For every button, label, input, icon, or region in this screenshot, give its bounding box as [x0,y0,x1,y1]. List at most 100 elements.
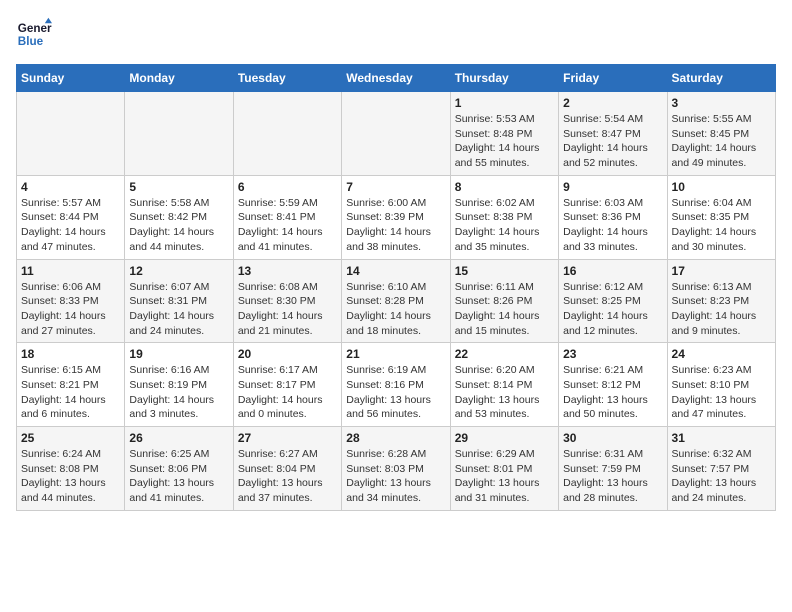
weekday-header: Thursday [450,65,558,92]
calendar-cell: 11Sunrise: 6:06 AM Sunset: 8:33 PM Dayli… [17,259,125,343]
day-number: 19 [129,347,228,361]
calendar-cell: 15 Sunrise: 6:11 AM Sunset: 8:26 PM Dayli… [450,259,558,343]
day-info: Sunrise: 6:11 AM Sunset: 8:26 PM Dayligh… [455,280,554,339]
calendar-cell: 22 Sunrise: 6:20 AM Sunset: 8:14 PM Dayli… [450,343,558,427]
weekday-header: Sunday [17,65,125,92]
calendar-cell: 2 Sunrise: 5:54 AM Sunset: 8:47 PM Daylig… [559,92,667,176]
calendar-cell [233,92,341,176]
calendar-cell: 5 Sunrise: 5:58 AM Sunset: 8:42 PM Daylig… [125,175,233,259]
calendar-cell: 16Sunrise: 6:12 AM Sunset: 8:25 PM Dayli… [559,259,667,343]
day-info: Sunrise: 6:13 AM Sunset: 8:23 PM Dayligh… [672,280,771,339]
day-info: Sunrise: 6:24 AM Sunset: 8:08 PM Dayligh… [21,447,120,506]
day-number: 13 [238,264,337,278]
logo-icon: General Blue [16,16,52,52]
day-info: Sunrise: 6:25 AM Sunset: 8:06 PM Dayligh… [129,447,228,506]
day-number: 3 [672,96,771,110]
day-info: Sunrise: 6:27 AM Sunset: 8:04 PM Dayligh… [238,447,337,506]
day-number: 6 [238,180,337,194]
day-info: Sunrise: 6:21 AM Sunset: 8:12 PM Dayligh… [563,363,662,422]
day-info: Sunrise: 5:58 AM Sunset: 8:42 PM Dayligh… [129,196,228,255]
calendar-cell: 19 Sunrise: 6:16 AM Sunset: 8:19 PM Dayli… [125,343,233,427]
calendar-cell: 31 Sunrise: 6:32 AM Sunset: 7:57 PM Dayli… [667,427,775,511]
calendar-cell: 3 Sunrise: 5:55 AM Sunset: 8:45 PM Daylig… [667,92,775,176]
day-number: 25 [21,431,120,445]
weekday-header: Tuesday [233,65,341,92]
calendar-cell: 17 Sunrise: 6:13 AM Sunset: 8:23 PM Dayli… [667,259,775,343]
svg-text:Blue: Blue [18,35,44,48]
weekday-header: Friday [559,65,667,92]
day-number: 15 [455,264,554,278]
calendar-cell: 27 Sunrise: 6:27 AM Sunset: 8:04 PM Dayli… [233,427,341,511]
day-info: Sunrise: 6:28 AM Sunset: 8:03 PM Dayligh… [346,447,445,506]
day-info: Sunrise: 5:53 AM Sunset: 8:48 PM Dayligh… [455,112,554,171]
calendar-cell: 9 Sunrise: 6:03 AM Sunset: 8:36 PM Daylig… [559,175,667,259]
logo: General Blue [16,16,56,52]
svg-text:General: General [18,22,52,35]
day-info: Sunrise: 6:32 AM Sunset: 7:57 PM Dayligh… [672,447,771,506]
day-number: 9 [563,180,662,194]
day-info: Sunrise: 6:07 AM Sunset: 8:31 PM Dayligh… [129,280,228,339]
day-number: 8 [455,180,554,194]
page-header: General Blue [16,16,776,52]
calendar-cell: 1 Sunrise: 5:53 AM Sunset: 8:48 PM Daylig… [450,92,558,176]
day-number: 12 [129,264,228,278]
day-info: Sunrise: 6:02 AM Sunset: 8:38 PM Dayligh… [455,196,554,255]
calendar-cell: 4 Sunrise: 5:57 AM Sunset: 8:44 PM Daylig… [17,175,125,259]
weekday-header: Monday [125,65,233,92]
calendar-cell [125,92,233,176]
day-info: Sunrise: 6:04 AM Sunset: 8:35 PM Dayligh… [672,196,771,255]
day-number: 5 [129,180,228,194]
day-number: 30 [563,431,662,445]
day-info: Sunrise: 5:54 AM Sunset: 8:47 PM Dayligh… [563,112,662,171]
day-number: 20 [238,347,337,361]
calendar-cell: 13 Sunrise: 6:08 AM Sunset: 8:30 PM Dayli… [233,259,341,343]
day-info: Sunrise: 6:03 AM Sunset: 8:36 PM Dayligh… [563,196,662,255]
calendar-cell: 29 Sunrise: 6:29 AM Sunset: 8:01 PM Dayli… [450,427,558,511]
calendar-cell: 23 Sunrise: 6:21 AM Sunset: 8:12 PM Dayli… [559,343,667,427]
calendar-cell: 10 Sunrise: 6:04 AM Sunset: 8:35 PM Dayli… [667,175,775,259]
day-number: 28 [346,431,445,445]
calendar-cell: 25 Sunrise: 6:24 AM Sunset: 8:08 PM Dayli… [17,427,125,511]
day-info: Sunrise: 6:20 AM Sunset: 8:14 PM Dayligh… [455,363,554,422]
day-number: 23 [563,347,662,361]
day-number: 18 [21,347,120,361]
calendar-cell [17,92,125,176]
day-number: 14 [346,264,445,278]
calendar-cell: 7 Sunrise: 6:00 AM Sunset: 8:39 PM Daylig… [342,175,450,259]
day-info: Sunrise: 6:12 AM Sunset: 8:25 PM Dayligh… [563,280,662,339]
day-info: Sunrise: 6:15 AM Sunset: 8:21 PM Dayligh… [21,363,120,422]
day-number: 29 [455,431,554,445]
day-info: Sunrise: 6:08 AM Sunset: 8:30 PM Dayligh… [238,280,337,339]
day-number: 21 [346,347,445,361]
day-info: Sunrise: 6:23 AM Sunset: 8:10 PM Dayligh… [672,363,771,422]
day-number: 26 [129,431,228,445]
day-info: Sunrise: 6:19 AM Sunset: 8:16 PM Dayligh… [346,363,445,422]
weekday-header: Wednesday [342,65,450,92]
day-info: Sunrise: 6:00 AM Sunset: 8:39 PM Dayligh… [346,196,445,255]
calendar-cell: 6 Sunrise: 5:59 AM Sunset: 8:41 PM Daylig… [233,175,341,259]
day-info: Sunrise: 6:16 AM Sunset: 8:19 PM Dayligh… [129,363,228,422]
day-info: Sunrise: 6:29 AM Sunset: 8:01 PM Dayligh… [455,447,554,506]
day-number: 10 [672,180,771,194]
day-info: Sunrise: 5:59 AM Sunset: 8:41 PM Dayligh… [238,196,337,255]
day-number: 2 [563,96,662,110]
day-info: Sunrise: 5:57 AM Sunset: 8:44 PM Dayligh… [21,196,120,255]
calendar-cell: 14Sunrise: 6:10 AM Sunset: 8:28 PM Dayli… [342,259,450,343]
calendar-cell: 21 Sunrise: 6:19 AM Sunset: 8:16 PM Dayli… [342,343,450,427]
day-info: Sunrise: 6:31 AM Sunset: 7:59 PM Dayligh… [563,447,662,506]
day-info: Sunrise: 6:17 AM Sunset: 8:17 PM Dayligh… [238,363,337,422]
day-number: 27 [238,431,337,445]
day-number: 22 [455,347,554,361]
day-number: 1 [455,96,554,110]
calendar-table: SundayMondayTuesdayWednesdayThursdayFrid… [16,64,776,511]
calendar-cell: 30 Sunrise: 6:31 AM Sunset: 7:59 PM Dayli… [559,427,667,511]
calendar-cell: 12 Sunrise: 6:07 AM Sunset: 8:31 PM Dayli… [125,259,233,343]
day-number: 31 [672,431,771,445]
calendar-cell [342,92,450,176]
calendar-cell: 18 Sunrise: 6:15 AM Sunset: 8:21 PM Dayli… [17,343,125,427]
day-number: 17 [672,264,771,278]
day-number: 24 [672,347,771,361]
day-info: Sunrise: 5:55 AM Sunset: 8:45 PM Dayligh… [672,112,771,171]
day-number: 4 [21,180,120,194]
day-number: 7 [346,180,445,194]
